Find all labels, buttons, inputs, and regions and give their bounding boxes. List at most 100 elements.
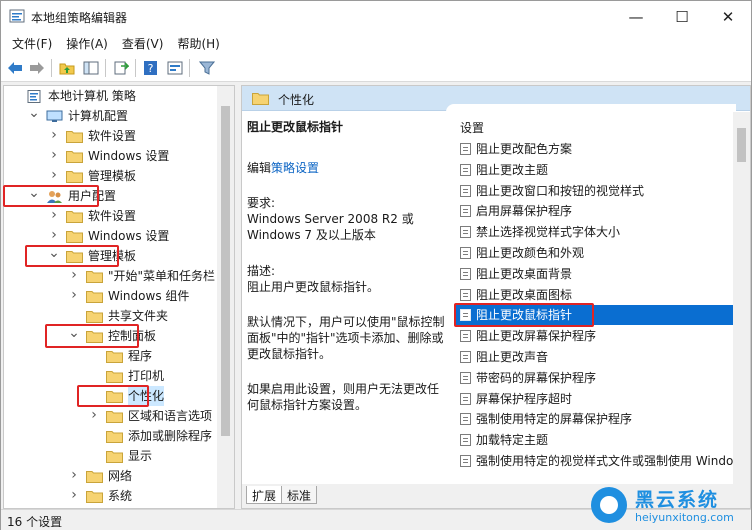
policy-setting-row[interactable]: 阻止更改配色方案 [456, 139, 746, 159]
policy-setting-label: 阻止更改声音 [476, 350, 549, 364]
chevron-down-icon[interactable]: ⌄ [68, 323, 80, 343]
tree-node[interactable]: › 系统 [4, 486, 218, 506]
show-hide-tree-icon[interactable] [81, 58, 101, 78]
export-list-icon[interactable] [111, 58, 131, 78]
chevron-right-icon[interactable]: › [68, 265, 80, 285]
chevron-right-icon[interactable]: › [68, 285, 80, 305]
chevron-right-icon[interactable]: › [48, 125, 60, 145]
chevron-right-icon[interactable]: › [68, 465, 80, 485]
policy-setting-icon [460, 289, 471, 301]
filter-icon[interactable] [197, 58, 217, 78]
help-icon[interactable]: ? [141, 58, 161, 78]
computer-policy-icon [26, 90, 43, 103]
menu-file[interactable]: 文件(F) [5, 32, 59, 54]
tab-standard[interactable]: 标准 [281, 486, 318, 504]
tree-node[interactable]: › Windows 组件 [4, 286, 218, 306]
chevron-right-icon[interactable]: › [48, 225, 60, 245]
settings-scrollbar-thumb[interactable] [737, 128, 746, 162]
folder-icon [86, 290, 103, 303]
chevron-right-icon[interactable]: › [48, 145, 60, 165]
policy-setting-row[interactable]: 强制使用特定的视觉样式文件或强制使用 Windo [456, 451, 746, 471]
tree-node[interactable]: › Windows 设置 [4, 226, 218, 246]
chevron-down-icon[interactable]: ⌄ [28, 103, 40, 123]
policy-setting-icon [460, 143, 471, 155]
policy-setting-row[interactable]: 强制使用特定的屏幕保护程序 [456, 409, 746, 429]
policy-setting-icon [460, 393, 471, 405]
tree-node[interactable]: › 管理模板 [4, 166, 218, 186]
chevron-down-icon[interactable]: ⌄ [48, 243, 60, 263]
folder-icon [106, 390, 123, 403]
tree-node[interactable]: › Windows 设置 [4, 146, 218, 166]
menu-view[interactable]: 查看(V) [115, 32, 171, 54]
policy-setting-row[interactable]: 屏幕保护程序超时 [456, 389, 746, 409]
tree-node[interactable]: › 网络 [4, 466, 218, 486]
policy-setting-row[interactable]: 带密码的屏幕保护程序 [456, 368, 746, 388]
policy-setting-row[interactable]: 阻止更改颜色和外观 [456, 243, 746, 263]
policy-setting-row[interactable]: 加载特定主题 [456, 430, 746, 450]
tree-node[interactable]: › 软件设置 [4, 206, 218, 226]
menu-action[interactable]: 操作(A) [59, 32, 115, 54]
policy-setting-label: 禁止选择视觉样式字体大小 [476, 225, 621, 239]
policy-setting-row[interactable]: 阻止更改声音 [456, 347, 746, 367]
tab-extended[interactable]: 扩展 [246, 486, 283, 504]
window-title: 本地组策略编辑器 [31, 11, 128, 25]
policy-setting-label: 阻止更改桌面背景 [476, 267, 573, 281]
policy-setting-row[interactable]: 阻止更改窗口和按钮的视觉样式 [456, 181, 746, 201]
tree-node[interactable]: 本地计算机 策略 [4, 86, 218, 106]
policy-setting-row[interactable]: 阻止更改桌面图标 [456, 285, 746, 305]
policy-setting-label: 阻止更改窗口和按钮的视觉样式 [476, 184, 645, 198]
tree-node[interactable]: ⌄ 用户配置 [4, 183, 218, 206]
policy-setting-row[interactable]: 阻止更改鼠标指针 [456, 305, 746, 325]
computer-icon [46, 110, 63, 123]
forward-icon[interactable] [27, 58, 47, 78]
folder-icon [86, 270, 103, 283]
edit-policy-settings-link[interactable]: 策略设置 [271, 161, 319, 175]
minimize-button[interactable]: — [613, 1, 659, 32]
maximize-button[interactable]: ☐ [659, 1, 705, 32]
policy-setting-label: 阻止更改屏幕保护程序 [476, 329, 597, 343]
close-button[interactable]: ✕ [705, 1, 751, 32]
tree-node[interactable]: › 软件设置 [4, 126, 218, 146]
tree-node[interactable]: › 区域和语言选项 [4, 406, 218, 426]
gpedit-window: 本地组策略编辑器 — ☐ ✕ 文件(F) 操作(A) 查看(V) 帮助(H) ? [0, 0, 752, 530]
policy-setting-icon [460, 455, 471, 467]
tree-scrollbar-thumb[interactable] [221, 106, 230, 436]
tree-node[interactable]: 程序 [4, 346, 218, 366]
edit-policy-line: 编辑策略设置 [247, 160, 447, 176]
settings-column-header[interactable]: 设置 [460, 119, 484, 136]
tree-node[interactable]: 显示 [4, 446, 218, 466]
tree-node[interactable]: 添加或删除程序 [4, 426, 218, 446]
folder-icon [66, 170, 83, 183]
tree-node[interactable]: 共享文件夹 [4, 306, 218, 326]
tree-node[interactable]: ⌄ 管理模板 [4, 243, 218, 266]
properties-icon[interactable] [165, 58, 185, 78]
up-folder-icon[interactable] [57, 58, 77, 78]
tree-pane: › 系统 › 网络 显示 添加或删除程序 › 区域和语言选项 个性化 打印机 程序 ⌄ 控制面板 共享文件… [3, 85, 235, 509]
menu-help[interactable]: 帮助(H) [170, 32, 226, 54]
chevron-right-icon[interactable]: › [68, 485, 80, 505]
settings-scrollbar[interactable] [733, 112, 750, 508]
chevron-down-icon[interactable]: ⌄ [28, 183, 40, 203]
tree-node-label: Windows 设置 [88, 229, 170, 243]
tree-node[interactable]: ⌄ 计算机配置 [4, 103, 218, 126]
policy-setting-icon [460, 351, 471, 363]
chevron-right-icon[interactable]: › [48, 165, 60, 185]
watermark-title: 黑云系统 [635, 489, 720, 511]
policy-setting-icon [460, 309, 471, 321]
folder-icon [86, 470, 103, 483]
back-icon[interactable] [5, 58, 25, 78]
policy-setting-row[interactable]: 阻止更改桌面背景 [456, 264, 746, 284]
policy-setting-row[interactable]: 阻止更改屏幕保护程序 [456, 326, 746, 346]
chevron-right-icon[interactable]: › [48, 205, 60, 225]
chevron-right-icon[interactable]: › [88, 405, 100, 425]
folder-icon [252, 92, 269, 105]
tree-node[interactable]: 个性化 [4, 386, 218, 406]
tree-node[interactable]: 打印机 [4, 366, 218, 386]
tree-scrollbar[interactable] [217, 86, 234, 508]
tree-node[interactable]: › "开始"菜单和任务栏 [4, 266, 218, 286]
policy-setting-row[interactable]: 启用屏幕保护程序 [456, 201, 746, 221]
folder-icon [66, 150, 83, 163]
policy-setting-row[interactable]: 阻止更改主题 [456, 160, 746, 180]
tree-node[interactable]: ⌄ 控制面板 [4, 323, 218, 346]
policy-setting-row[interactable]: 禁止选择视觉样式字体大小 [456, 222, 746, 242]
